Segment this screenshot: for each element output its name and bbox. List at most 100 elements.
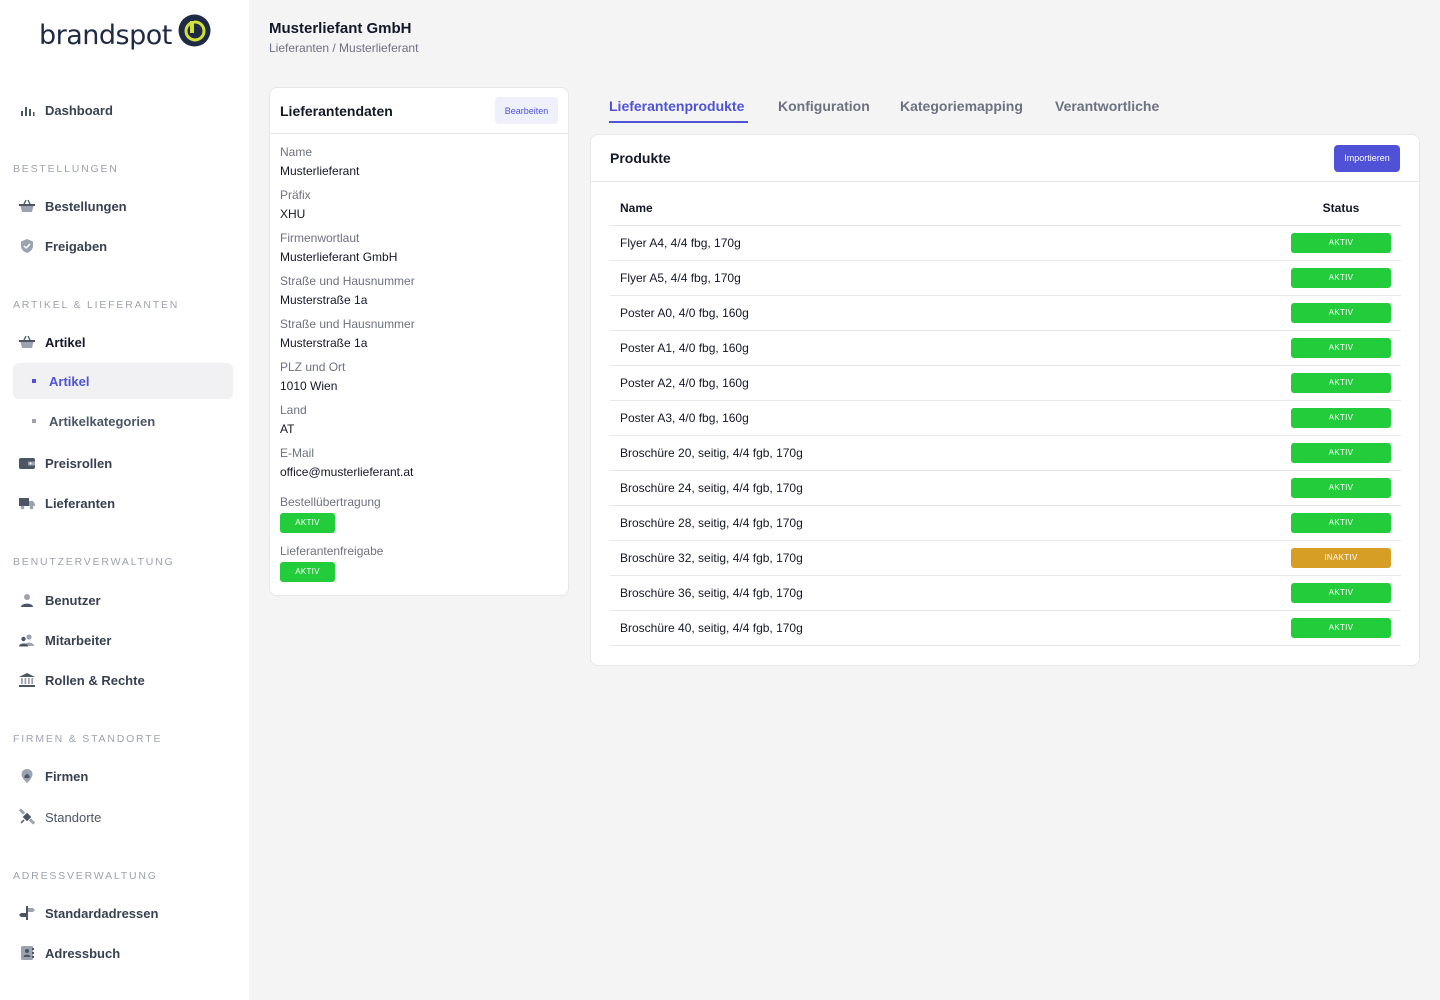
products-table: Name Status Flyer A4, 4/4 fbg, 170g AKTIV… bbox=[610, 191, 1401, 646]
truck-icon bbox=[18, 494, 36, 512]
table-row[interactable]: Broschüre 40, seitig, 4/4 fgb, 170g AKTIV bbox=[610, 611, 1401, 646]
tab-responsibles[interactable]: Verantwortliche bbox=[1055, 98, 1159, 114]
column-header-status[interactable]: Status bbox=[1281, 201, 1401, 215]
signpost-icon bbox=[18, 904, 36, 922]
status-badge: AKTIV bbox=[1291, 338, 1391, 358]
sidebar-item-label: Rollen & Rechte bbox=[45, 672, 145, 688]
status-badge: AKTIV bbox=[1291, 408, 1391, 428]
status-cell: INAKTIV bbox=[1281, 548, 1401, 568]
shield-check-icon bbox=[18, 237, 36, 255]
supplier-field: Straße und Hausnummer Musterstraße 1a bbox=[280, 317, 415, 350]
product-name: Broschüre 32, seitig, 4/4 fgb, 170g bbox=[620, 551, 803, 565]
table-row[interactable]: Broschüre 24, seitig, 4/4 fgb, 170g AKTIV bbox=[610, 471, 1401, 506]
field-label: Straße und Hausnummer bbox=[280, 274, 415, 288]
field-label: Bestellübertragung bbox=[280, 495, 381, 509]
table-row[interactable]: Poster A2, 4/0 fbg, 160g AKTIV bbox=[610, 366, 1401, 401]
bar-chart-icon bbox=[18, 101, 36, 119]
field-label: PLZ und Ort bbox=[280, 360, 346, 374]
sidebar-item-users[interactable]: Benutzer bbox=[13, 582, 233, 618]
card-title: Lieferantendaten bbox=[280, 102, 393, 119]
sidebar-item-suppliers[interactable]: Lieferanten bbox=[13, 485, 233, 521]
sidebar-item-articles[interactable]: Artikel bbox=[13, 324, 233, 360]
tab-configuration[interactable]: Konfiguration bbox=[778, 98, 870, 114]
table-row[interactable]: Broschüre 32, seitig, 4/4 fgb, 170g INAKT… bbox=[610, 541, 1401, 576]
basket-icon bbox=[18, 333, 36, 351]
field-label: Land bbox=[280, 403, 307, 417]
sidebar-item-approvals[interactable]: Freigaben bbox=[13, 228, 233, 264]
column-header-name[interactable]: Name bbox=[610, 201, 1281, 215]
table-row[interactable]: Flyer A5, 4/4 fbg, 170g AKTIV bbox=[610, 261, 1401, 296]
sidebar-item-companies[interactable]: Firmen bbox=[13, 758, 233, 794]
sidebar-item-employees[interactable]: Mitarbeiter bbox=[13, 622, 233, 658]
status-cell: AKTIV bbox=[1281, 618, 1401, 638]
logo-mark-icon bbox=[178, 14, 211, 47]
card-header: Lieferantendaten Bearbeiten bbox=[270, 88, 568, 134]
status-badge: AKTIV bbox=[1291, 233, 1391, 253]
table-row[interactable]: Poster A1, 4/0 fbg, 160g AKTIV bbox=[610, 331, 1401, 366]
table-row[interactable]: Broschüre 28, seitig, 4/4 fgb, 170g AKTIV bbox=[610, 506, 1401, 541]
field-value: Musterstraße 1a bbox=[280, 293, 368, 307]
table-row[interactable]: Flyer A4, 4/4 fbg, 170g AKTIV bbox=[610, 226, 1401, 261]
section-title-addresses: ADRESSVERWALTUNG bbox=[13, 870, 158, 882]
status-badge: AKTIV bbox=[280, 562, 335, 582]
sidebar-item-label: Adressbuch bbox=[45, 945, 121, 961]
field-label: Name bbox=[280, 145, 313, 159]
field-label: Lieferantenfreigabe bbox=[280, 544, 384, 558]
sidebar-item-price-roles[interactable]: Preisrollen bbox=[13, 445, 233, 481]
sidebar-item-label: Standorte bbox=[45, 809, 102, 825]
sidebar-item-roles[interactable]: Rollen & Rechte bbox=[13, 662, 233, 698]
status-badge: AKTIV bbox=[1291, 268, 1391, 288]
supplier-field: Präfix XHU bbox=[280, 188, 311, 221]
sidebar-item-locations[interactable]: Standorte bbox=[13, 799, 233, 835]
field-value: office@musterlieferant.at bbox=[280, 465, 414, 479]
basket-icon bbox=[18, 197, 36, 215]
sidebar-item-dashboard[interactable]: Dashboard bbox=[13, 92, 233, 128]
sidebar-item-label: Bestellungen bbox=[45, 198, 127, 214]
section-title-orders: BESTELLUNGEN bbox=[13, 163, 119, 175]
sidebar-subitem-article-categories[interactable]: Artikelkategorien bbox=[13, 403, 233, 439]
tab-bar: Lieferantenprodukte Konfiguration Katego… bbox=[590, 86, 1420, 126]
supplier-field: E-Mail office@musterlieferant.at bbox=[280, 446, 413, 479]
table-row[interactable]: Poster A3, 4/0 fbg, 160g AKTIV bbox=[610, 401, 1401, 436]
card-header: Produkte Importieren bbox=[591, 135, 1419, 182]
section-title-companies: FIRMEN & STANDORTE bbox=[13, 733, 163, 745]
table-row[interactable]: Broschüre 20, seitig, 4/4 fgb, 170g AKTIV bbox=[610, 436, 1401, 471]
wallet-icon bbox=[18, 454, 36, 472]
import-button[interactable]: Importieren bbox=[1334, 144, 1400, 172]
status-badge: AKTIV bbox=[1291, 478, 1391, 498]
field-value: Musterlieferant GmbH bbox=[280, 250, 398, 264]
supplier-field: Name Musterlieferant bbox=[280, 145, 359, 178]
section-title-articles: ARTIKEL & LIEFERANTEN bbox=[13, 299, 180, 311]
field-label: Präfix bbox=[280, 188, 311, 202]
field-label: Straße und Hausnummer bbox=[280, 317, 415, 331]
sidebar-item-label: Benutzer bbox=[45, 592, 101, 608]
table-row[interactable]: Broschüre 36, seitig, 4/4 fgb, 170g AKTIV bbox=[610, 576, 1401, 611]
tab-category-mapping[interactable]: Kategoriemapping bbox=[900, 98, 1023, 114]
status-cell: AKTIV bbox=[1281, 408, 1401, 428]
location-pin-icon bbox=[18, 767, 36, 785]
product-name: Flyer A4, 4/4 fbg, 170g bbox=[620, 236, 741, 250]
supplier-details-card: Lieferantendaten Bearbeiten Name Musterli… bbox=[269, 87, 569, 596]
edit-button[interactable]: Bearbeiten bbox=[495, 97, 558, 124]
bank-icon bbox=[18, 671, 36, 689]
status-cell: AKTIV bbox=[1281, 373, 1401, 393]
brand-logo[interactable]: brandspot bbox=[39, 14, 211, 51]
sidebar-item-default-addresses[interactable]: Standardadressen bbox=[13, 895, 233, 931]
status-badge: AKTIV bbox=[1291, 373, 1391, 393]
sidebar-item-orders[interactable]: Bestellungen bbox=[13, 188, 233, 224]
users-group-icon bbox=[18, 631, 36, 649]
field-supplier-approval: Lieferantenfreigabe AKTIV bbox=[280, 544, 383, 582]
status-badge: AKTIV bbox=[1291, 513, 1391, 533]
sidebar-item-address-book[interactable]: Adressbuch bbox=[13, 935, 233, 971]
product-name: Flyer A5, 4/4 fbg, 170g bbox=[620, 271, 741, 285]
tab-supplier-products[interactable]: Lieferantenprodukte bbox=[609, 98, 744, 114]
status-badge: AKTIV bbox=[1291, 583, 1391, 603]
table-body: Flyer A4, 4/4 fbg, 170g AKTIV Flyer A5, 4/… bbox=[610, 226, 1401, 646]
sidebar-subitem-articles[interactable]: Artikel bbox=[13, 363, 233, 399]
satellite-icon bbox=[18, 808, 36, 826]
product-name: Poster A2, 4/0 fbg, 160g bbox=[620, 376, 749, 390]
card-title: Produkte bbox=[610, 150, 671, 166]
bullet-icon bbox=[32, 379, 36, 383]
logo-text: brandspot bbox=[39, 20, 172, 51]
table-row[interactable]: Poster A0, 4/0 fbg, 160g AKTIV bbox=[610, 296, 1401, 331]
